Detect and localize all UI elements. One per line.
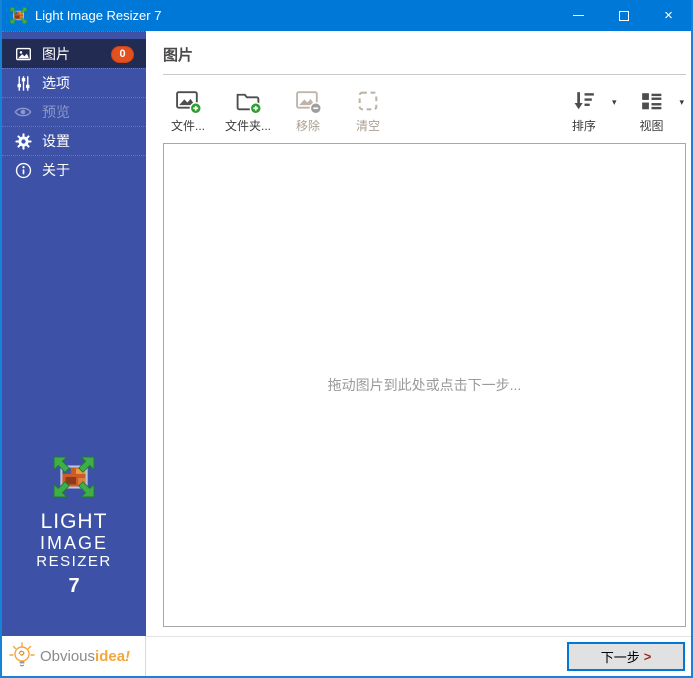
- app-window: Light Image Resizer 7 × 图片 0 选项 预览 设置 关于…: [0, 0, 693, 678]
- view-dropdown-caret[interactable]: ▾: [674, 88, 686, 108]
- logo-line3: RESIZER: [36, 553, 112, 571]
- clear-label: 清空: [356, 119, 381, 133]
- sidebar-item-label: 关于: [42, 162, 70, 178]
- app-icon: [10, 7, 27, 24]
- remove-image-icon: [295, 91, 322, 115]
- preview-icon: [14, 103, 32, 121]
- sidebar-nav: 图片 0 选项 预览 设置 关于: [2, 31, 146, 184]
- remove-label: 移除: [296, 119, 321, 133]
- image-drop-area[interactable]: 拖动图片到此处或点击下一步...: [163, 143, 686, 627]
- app-logo: LIGHT IMAGE RESIZER 7: [2, 456, 146, 598]
- picture-count-badge: 0: [111, 45, 134, 63]
- add-image-icon: [175, 91, 202, 115]
- sort-label: 排序: [571, 119, 596, 133]
- sidebar-item-pictures[interactable]: 图片 0: [2, 39, 146, 68]
- add-folder-icon: [236, 93, 262, 115]
- sort-button[interactable]: 排序: [561, 88, 607, 134]
- page-title: 图片: [163, 47, 194, 64]
- main-panel: 图片 文件... 文件夹... 移除 清空 排序 ▾ 视图 ▾ 拖动图片到此处或…: [146, 31, 691, 636]
- toolbar: 文件... 文件夹... 移除 清空 排序 ▾ 视图 ▾: [163, 75, 686, 143]
- sidebar-item-settings[interactable]: 设置: [2, 126, 146, 155]
- minimize-icon: [573, 15, 584, 16]
- add-files-label: 文件...: [170, 119, 205, 133]
- footer: Obviousidea! 下一步 >: [2, 636, 691, 676]
- maximize-button[interactable]: [601, 0, 646, 31]
- drop-hint-text: 拖动图片到此处或点击下一步...: [327, 377, 522, 393]
- sidebar-item-options[interactable]: 选项: [2, 68, 146, 97]
- sort-dropdown-caret[interactable]: ▾: [607, 88, 619, 108]
- add-folder-label: 文件夹...: [225, 119, 272, 133]
- sidebar: 图片 0 选项 预览 设置 关于 LIGHT IMAGE RESIZER 7: [2, 31, 146, 636]
- view-label: 视图: [639, 119, 664, 133]
- title-bar: Light Image Resizer 7 ×: [2, 0, 691, 31]
- options-icon: [14, 74, 32, 92]
- brand-part-idea: idea: [95, 647, 126, 665]
- next-step-button[interactable]: 下一步 >: [567, 642, 685, 671]
- clear-button: 清空: [345, 88, 391, 134]
- add-files-button[interactable]: 文件...: [165, 88, 211, 134]
- view-icon: [642, 93, 662, 110]
- brand-part-bang: !: [125, 647, 131, 665]
- sidebar-item-label: 预览: [42, 104, 70, 120]
- sidebar-item-about[interactable]: 关于: [2, 155, 146, 184]
- sort-icon: [575, 92, 595, 110]
- remove-button: 移除: [285, 88, 331, 134]
- brand-part-obvious: Obvious: [40, 647, 96, 665]
- window-title: Light Image Resizer 7: [35, 8, 162, 23]
- about-icon: [14, 161, 32, 179]
- next-step-label: 下一步: [600, 650, 640, 665]
- close-button[interactable]: ×: [646, 0, 691, 31]
- view-button[interactable]: 视图: [628, 88, 674, 134]
- pictures-icon: [14, 45, 32, 63]
- brand-area[interactable]: Obviousidea!: [2, 636, 146, 676]
- sidebar-item-label: 选项: [42, 75, 70, 91]
- sidebar-item-label: 图片: [42, 46, 70, 62]
- sidebar-item-label: 设置: [42, 133, 70, 149]
- minimize-button[interactable]: [556, 0, 601, 31]
- footer-actions: 下一步 >: [146, 636, 691, 676]
- logo-version: 7: [68, 575, 80, 597]
- brand-wordmark: Obviousidea!: [40, 648, 130, 665]
- next-step-arrow: >: [643, 649, 652, 664]
- logo-line1: LIGHT: [40, 509, 108, 533]
- add-folder-button[interactable]: 文件夹...: [225, 88, 271, 134]
- maximize-icon: [618, 10, 629, 21]
- sidebar-item-preview: 预览: [2, 97, 146, 126]
- resizer-logo-icon: [53, 456, 95, 498]
- settings-icon: [14, 132, 32, 150]
- clear-selection-icon: [358, 91, 377, 111]
- logo-line2: IMAGE: [39, 532, 108, 553]
- lightbulb-icon: [9, 642, 35, 667]
